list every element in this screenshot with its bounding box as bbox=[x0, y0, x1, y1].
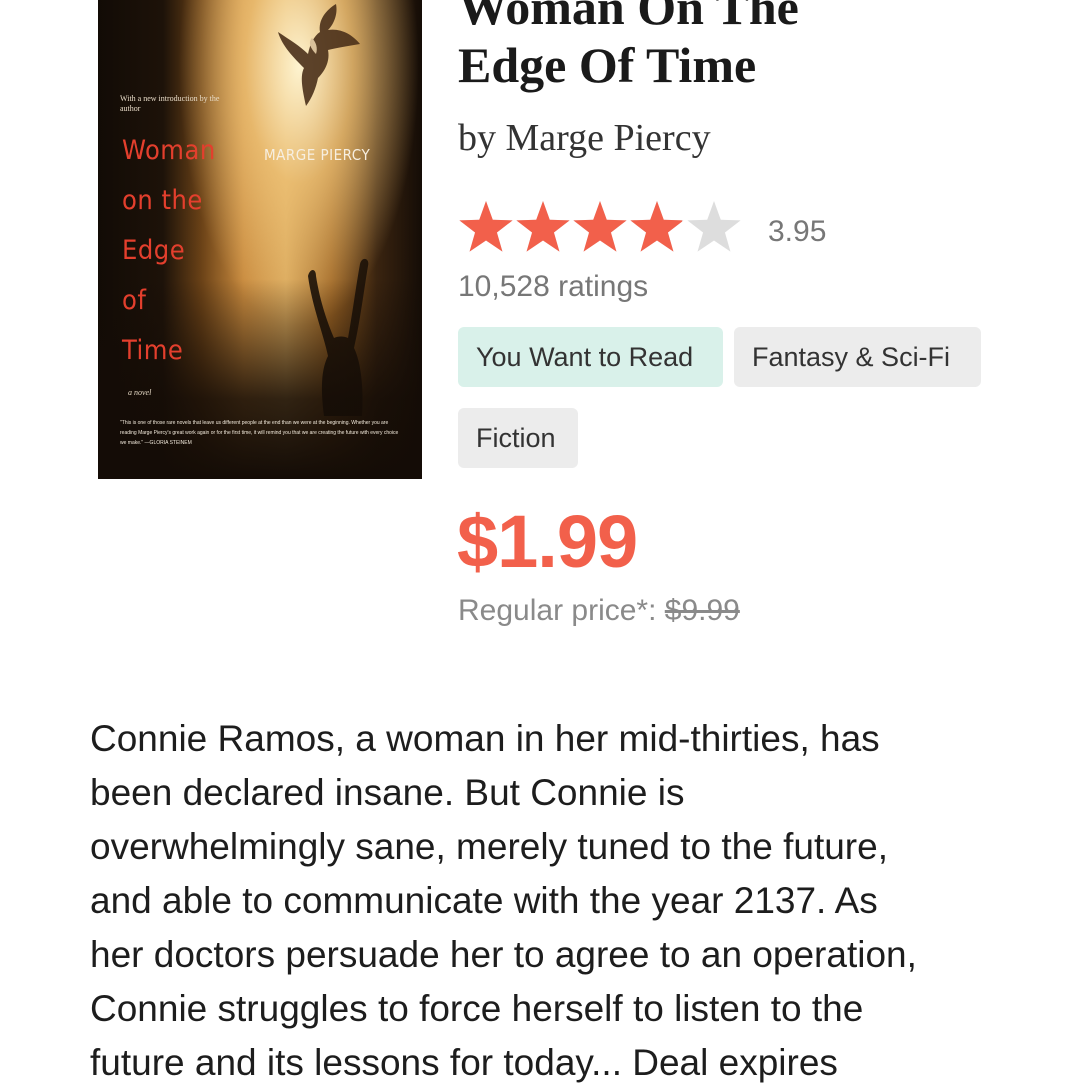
sale-price: $1.99 bbox=[457, 500, 638, 583]
cover-title: Woman on the Edge of Time bbox=[122, 135, 216, 366]
genre-tag-fantasy[interactable]: Fantasy & Sci-Fi bbox=[734, 327, 981, 387]
star-filled-icon bbox=[573, 201, 627, 252]
cover-blurb: "This is one of those rare novels that l… bbox=[120, 420, 399, 446]
cover-intro-text: With a new introduction by the author bbox=[120, 94, 220, 113]
regular-price-label: Regular price*: bbox=[458, 594, 665, 627]
description-line: her doctors persuade her to agree to an … bbox=[90, 934, 917, 975]
cover-subtitle: a novel bbox=[128, 388, 152, 397]
regular-price: $9.99 bbox=[664, 594, 740, 627]
star-rating bbox=[459, 201, 741, 252]
description-line: been declared insane. But Connie is bbox=[90, 772, 685, 813]
star-empty-icon bbox=[687, 201, 741, 252]
description-line: overwhelmingly sane, merely tuned to the… bbox=[90, 826, 888, 867]
regular-price-line: Regular price*: $9.99 bbox=[458, 594, 740, 628]
description-line: Connie Ramos, a woman in her mid-thirtie… bbox=[90, 718, 880, 759]
genre-tag-fiction[interactable]: Fiction bbox=[458, 408, 578, 468]
book-cover[interactable]: With a new introduction by the author Wo… bbox=[98, 0, 422, 479]
star-filled-icon bbox=[459, 201, 513, 252]
cover-author: MARGE PIERCY bbox=[264, 146, 371, 164]
want-to-read-button[interactable]: You Want to Read bbox=[458, 327, 723, 387]
hawk-illustration bbox=[278, 4, 360, 106]
description-line: future and its lessons for today... Deal… bbox=[90, 1042, 838, 1083]
description-line: and able to communicate with the year 21… bbox=[90, 880, 878, 921]
book-author[interactable]: by Marge Piercy bbox=[458, 116, 711, 160]
ratings-count[interactable]: 10,528 ratings bbox=[458, 270, 648, 304]
average-rating: 3.95 bbox=[768, 215, 827, 248]
star-filled-icon bbox=[516, 201, 570, 252]
star-partial-icon bbox=[630, 201, 683, 252]
book-description: Connie Ramos, a woman in her mid-thirtie… bbox=[90, 712, 1010, 1090]
book-title: Woman On The Edge Of Time bbox=[458, 0, 799, 93]
description-line: Connie struggles to force herself to lis… bbox=[90, 988, 864, 1029]
